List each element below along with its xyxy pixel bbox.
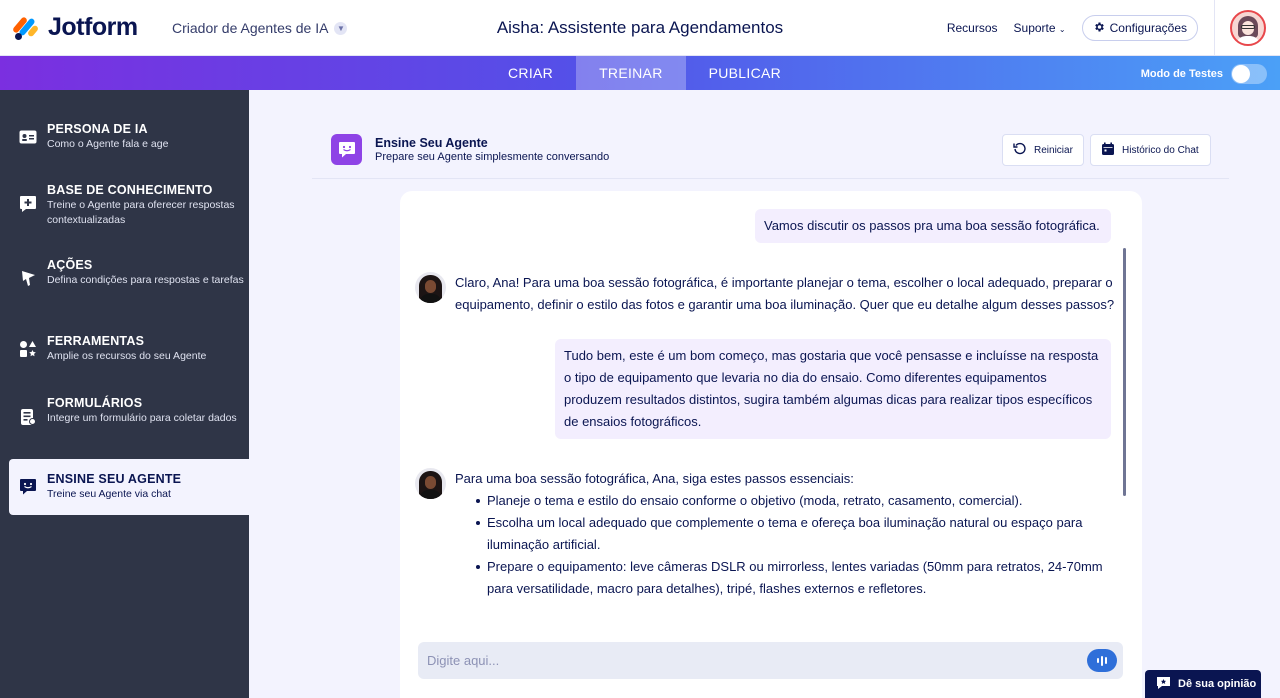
agent-message: Claro, Ana! Para uma boa sessão fotográf… <box>455 272 1115 316</box>
teach-agent-icon <box>331 134 362 165</box>
message-text: Vamos discutir os passos pra uma boa ses… <box>764 218 1100 233</box>
sidebar-item-desc: Amplie os recursos do seu Agente <box>47 350 207 362</box>
builder-tabs: CRIAR TREINAR PUBLICAR <box>485 56 804 90</box>
avatar <box>1229 10 1266 46</box>
user-message: Vamos discutir os passos pra uma boa ses… <box>755 209 1111 243</box>
gear-icon <box>1093 21 1105 36</box>
user-message: Tudo bem, este é um bom começo, mas gost… <box>555 339 1111 439</box>
feedback-button[interactable]: Dê sua opinião <box>1145 670 1261 698</box>
sidebar-item-knowledge-base[interactable]: BASE DE CONHECIMENTO Treine o Agente par… <box>0 182 249 238</box>
id-card-icon <box>19 128 37 146</box>
test-mode-toggle[interactable] <box>1231 64 1267 84</box>
sidebar-item-title: FORMULÁRIOS <box>47 396 143 410</box>
form-icon <box>19 408 37 426</box>
sidebar-item-title: BASE DE CONHECIMENTO <box>47 183 213 197</box>
support-label: Suporte <box>1013 21 1056 35</box>
sidebar-item-actions[interactable]: AÇÕES Defina condições para respostas e … <box>0 257 249 313</box>
flag-icon <box>19 270 37 288</box>
sidebar-item-desc: Treine o Agente para oferecer respostas … <box>47 199 235 226</box>
restart-label: Reiniciar <box>1034 144 1073 156</box>
sidebar-item-title: AÇÕES <box>47 258 93 272</box>
restart-button[interactable]: Reiniciar <box>1002 134 1084 166</box>
chat-panel: Vamos discutir os passos pra uma boa ses… <box>400 191 1142 698</box>
jotform-logo-icon <box>11 15 40 41</box>
brand-name: Jotform <box>48 13 138 41</box>
message-bullet-list: Planeje o tema e estilo do ensaio confor… <box>455 490 1115 600</box>
top-header: Jotform Criador de Agentes de IA ▼ Aisha… <box>0 0 1280 56</box>
top-links: Recursos Suporte ⌄ Configurações <box>947 15 1198 41</box>
list-item: Escolha um local adequado que complement… <box>455 512 1115 556</box>
message-text: Claro, Ana! Para uma boa sessão fotográf… <box>455 275 1115 312</box>
message-text: Tudo bem, este é um bom começo, mas gost… <box>564 348 1099 429</box>
sidebar-item-persona[interactable]: PERSONA DE IA Como o Agente fala e age <box>0 120 249 176</box>
resources-link[interactable]: Recursos <box>947 21 998 35</box>
builder-tabs-bar: CRIAR TREINAR PUBLICAR Modo de Testes <box>0 56 1280 90</box>
agent-avatar <box>415 468 446 499</box>
product-selector-label: Criador de Agentes de IA <box>172 20 329 36</box>
agent-message: Para uma boa sessão fotográfica, Ana, si… <box>455 468 1115 600</box>
sidebar-item-desc: Treine seu Agente via chat <box>47 488 171 500</box>
section-title: Ensine Seu Agente <box>375 136 488 150</box>
chat-scrollbar[interactable] <box>1123 248 1126 496</box>
knowledge-base-icon <box>19 195 37 213</box>
sidebar-item-forms[interactable]: FORMULÁRIOS Integre um formulário para c… <box>0 395 249 451</box>
chat-teach-icon <box>19 478 37 496</box>
sidebar-item-title: FERRAMENTAS <box>47 334 145 348</box>
tab-publish[interactable]: PUBLICAR <box>686 56 804 90</box>
sidebar-item-desc: Integre um formulário para coletar dados <box>47 412 237 424</box>
test-mode-label: Modo de Testes <box>1140 68 1223 80</box>
chat-input[interactable] <box>418 642 1078 679</box>
chevron-down-icon: ⌄ <box>1058 25 1066 34</box>
voice-wave-icon <box>1097 655 1107 666</box>
chat-input-bar <box>418 642 1123 679</box>
feedback-label: Dê sua opinião <box>1178 678 1257 690</box>
voice-button[interactable] <box>1087 649 1117 672</box>
support-menu[interactable]: Suporte ⌄ <box>1014 21 1066 35</box>
sidebar-item-teach-agent[interactable]: ENSINE SEU AGENTE Treine seu Agente via … <box>9 459 249 515</box>
sidebar-item-title: ENSINE SEU AGENTE <box>47 472 182 486</box>
chat-history-label: Histórico do Chat <box>1122 144 1199 156</box>
test-mode: Modo de Testes <box>1141 64 1267 84</box>
message-text: Para uma boa sessão fotográfica, Ana, si… <box>455 471 854 486</box>
agent-avatar <box>415 272 446 303</box>
feedback-icon <box>1156 676 1171 693</box>
product-selector[interactable]: Criador de Agentes de IA ▼ <box>172 20 348 36</box>
user-avatar-button[interactable] <box>1214 0 1280 56</box>
sidebar: PERSONA DE IA Como o Agente fala e age B… <box>0 90 249 698</box>
section-header: Ensine Seu Agente Prepare seu Agente sim… <box>312 124 1229 179</box>
section-subtitle: Prepare seu Agente simplesmente conversa… <box>375 151 610 163</box>
sidebar-item-desc: Defina condições para respostas e tarefa… <box>47 274 244 286</box>
sidebar-item-desc: Como o Agente fala e age <box>47 138 169 150</box>
shapes-icon <box>19 340 37 358</box>
restart-icon <box>1013 142 1027 159</box>
tab-create[interactable]: CRIAR <box>485 56 576 90</box>
sidebar-item-tools[interactable]: FERRAMENTAS Amplie os recursos do seu Ag… <box>0 333 249 389</box>
list-item: Prepare o equipamento: leve câmeras DSLR… <box>455 556 1115 600</box>
settings-button[interactable]: Configurações <box>1081 15 1198 41</box>
calendar-icon <box>1101 142 1115 159</box>
list-item: Planeje o tema e estilo do ensaio confor… <box>455 490 1115 512</box>
tab-train[interactable]: TREINAR <box>576 56 686 90</box>
chat-history-button[interactable]: Histórico do Chat <box>1090 134 1211 166</box>
settings-label: Configurações <box>1109 21 1187 35</box>
jotform-logo[interactable]: Jotform <box>11 13 138 42</box>
sidebar-item-title: PERSONA DE IA <box>47 122 148 136</box>
chevron-down-icon: ▼ <box>334 21 348 35</box>
